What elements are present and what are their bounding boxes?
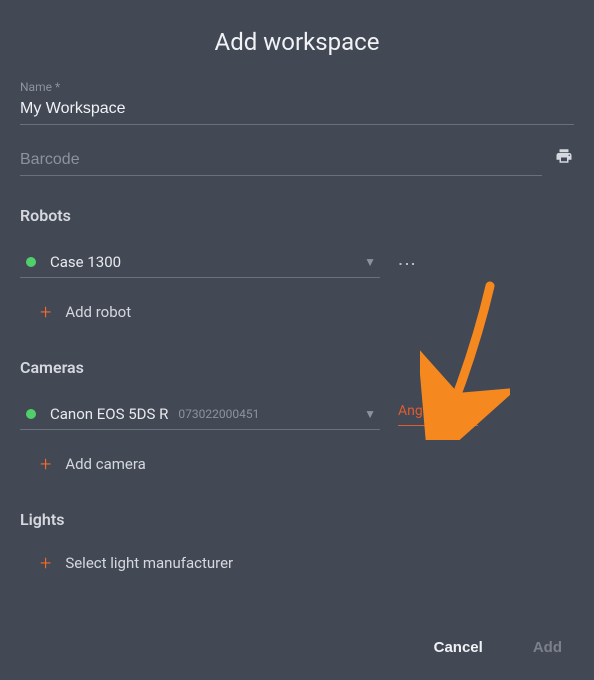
barcode-input[interactable] [20, 147, 542, 176]
status-dot-icon [26, 257, 36, 267]
camera-selected-label: Canon EOS 5DS R [50, 405, 168, 423]
camera-serial: 073022000451 [178, 407, 364, 421]
plus-icon: + [40, 452, 51, 476]
robots-section-header: Robots [20, 206, 574, 225]
add-camera-label: Add camera [65, 455, 146, 473]
status-dot-icon [26, 409, 36, 419]
lights-section-header: Lights [20, 510, 574, 529]
add-robot-button[interactable]: + Add robot [40, 300, 574, 324]
angle-field[interactable]: Angle * [398, 403, 478, 426]
camera-select[interactable]: Canon EOS 5DS R 073022000451 ▼ [20, 399, 380, 430]
select-light-manufacturer-button[interactable]: + Select light manufacturer [40, 551, 574, 575]
dialog-title: Add workspace [20, 28, 574, 56]
add-camera-button[interactable]: + Add camera [40, 452, 574, 476]
robot-select[interactable]: Case 1300 ▼ [20, 247, 380, 278]
chevron-down-icon: ▼ [364, 255, 376, 269]
add-robot-label: Add robot [65, 303, 131, 321]
cancel-button[interactable]: Cancel [424, 631, 493, 664]
plus-icon: + [40, 300, 51, 324]
chevron-down-icon: ▼ [364, 407, 376, 421]
print-icon[interactable] [554, 147, 574, 176]
select-light-label: Select light manufacturer [65, 554, 233, 572]
plus-icon: + [40, 551, 51, 575]
name-input[interactable] [20, 96, 574, 125]
add-button[interactable]: Add [523, 631, 572, 664]
name-label: Name * [20, 80, 574, 94]
cameras-section-header: Cameras [20, 358, 574, 377]
robot-selected-label: Case 1300 [50, 253, 121, 271]
robot-more-menu[interactable]: ⋮ [398, 255, 414, 271]
